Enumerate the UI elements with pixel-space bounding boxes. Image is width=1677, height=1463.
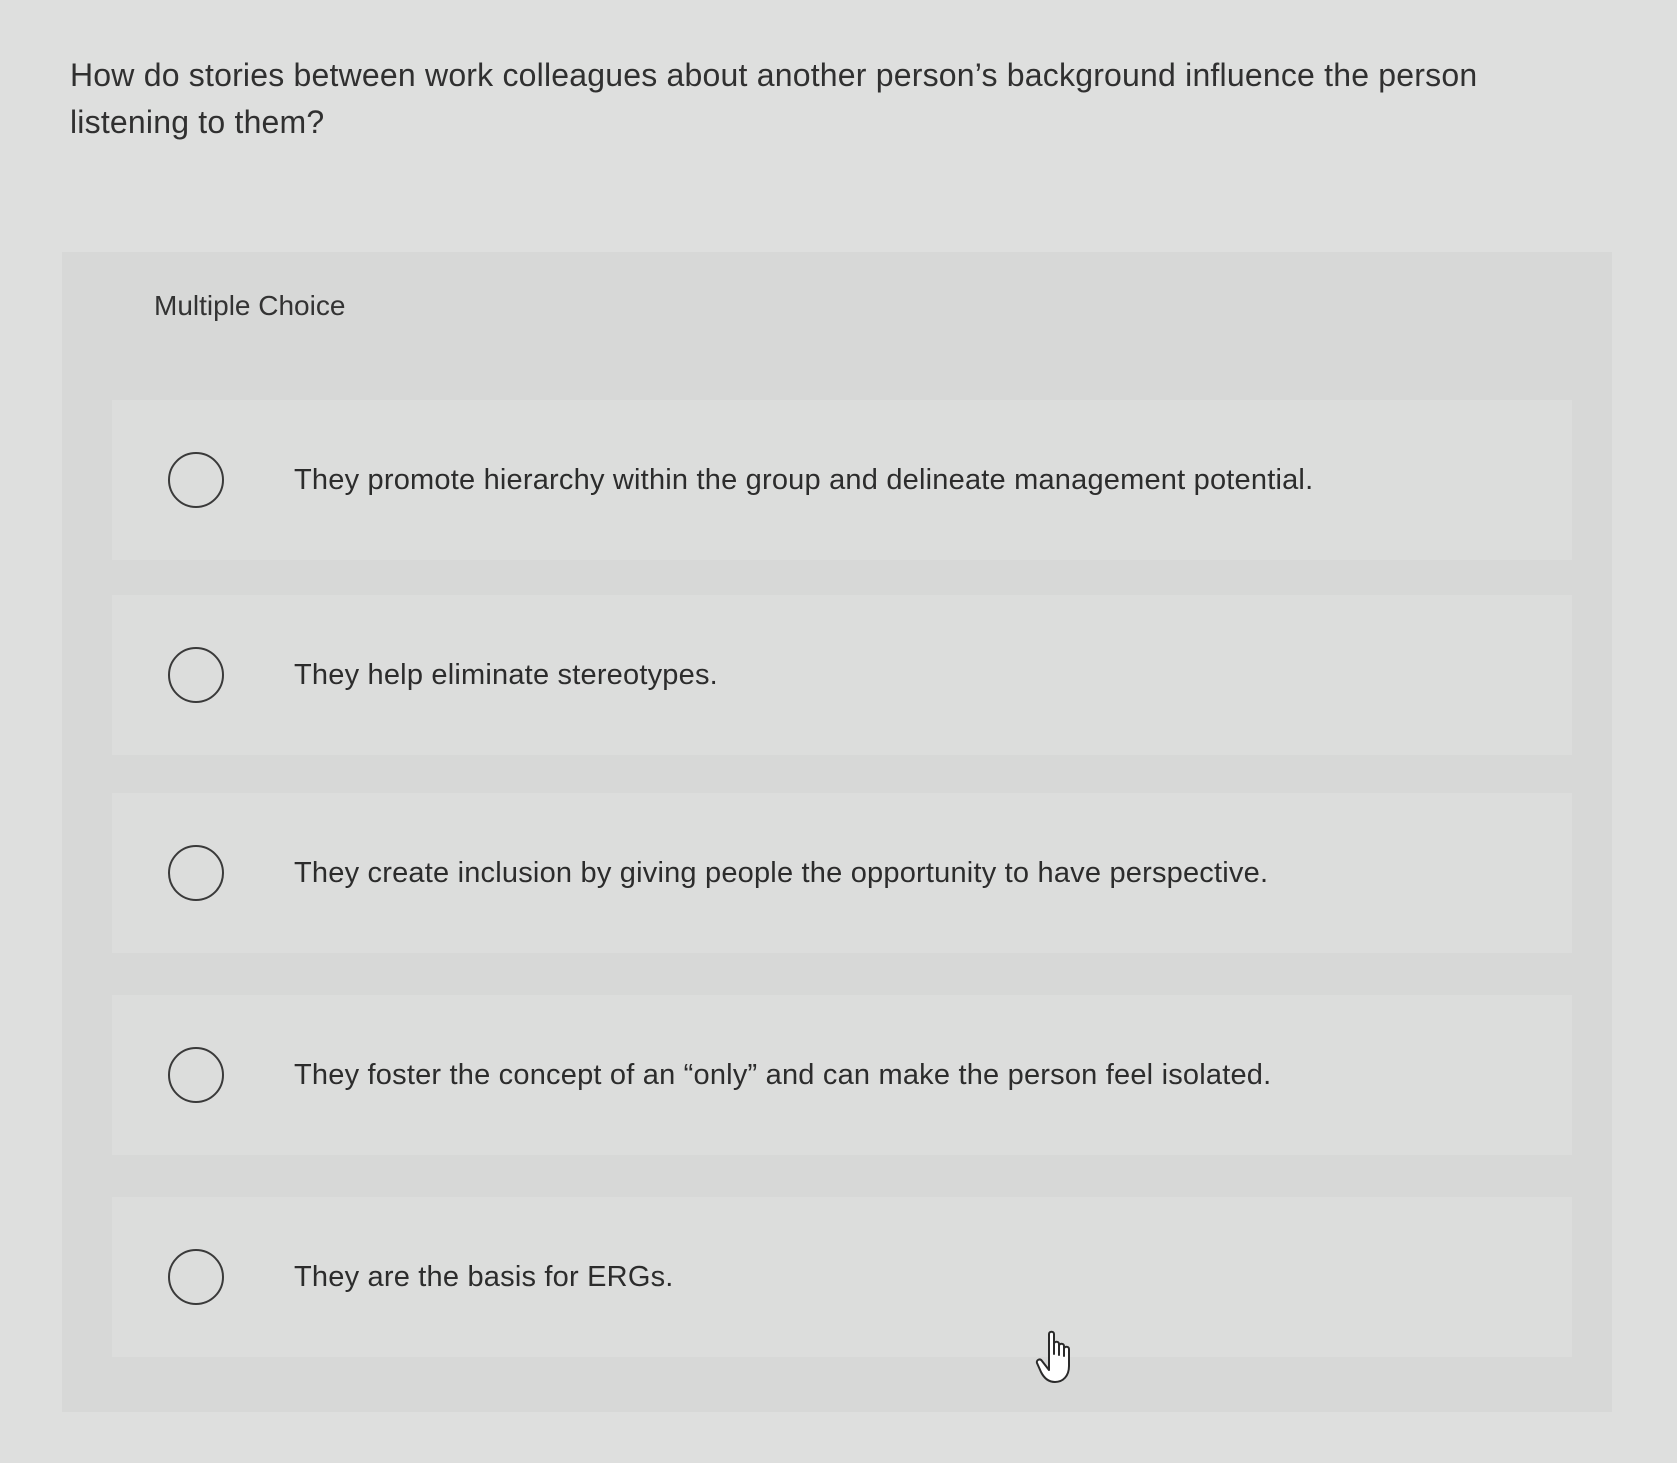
radio-button-icon[interactable] [168, 1047, 224, 1103]
answer-option-2[interactable]: They help eliminate stereotypes. [112, 595, 1572, 755]
answer-option-label: They help eliminate stereotypes. [294, 658, 718, 691]
radio-button-icon[interactable] [168, 845, 224, 901]
question-text: How do stories between work colleagues a… [70, 57, 1478, 140]
answer-option-label: They foster the concept of an “only” and… [294, 1058, 1272, 1091]
radio-button-icon[interactable] [168, 1249, 224, 1305]
hand-pointer-cursor-icon [1035, 1330, 1070, 1383]
answer-option-label: They promote hierarchy within the group … [294, 463, 1314, 496]
answer-option-label: They are the basis for ERGs. [294, 1260, 674, 1293]
answer-option-label: They create inclusion by giving people t… [294, 856, 1269, 889]
radio-button-icon[interactable] [168, 452, 224, 508]
question-type-label: Multiple Choice [154, 290, 346, 321]
answer-option-5[interactable]: They are the basis for ERGs. [112, 1197, 1572, 1357]
answer-option-1[interactable]: They promote hierarchy within the group … [112, 400, 1572, 560]
answer-panel: Multiple Choice They promote hierarchy w… [62, 252, 1612, 1412]
radio-button-icon[interactable] [168, 647, 224, 703]
answer-option-3[interactable]: They create inclusion by giving people t… [112, 793, 1572, 953]
answer-option-4[interactable]: They foster the concept of an “only” and… [112, 995, 1572, 1155]
